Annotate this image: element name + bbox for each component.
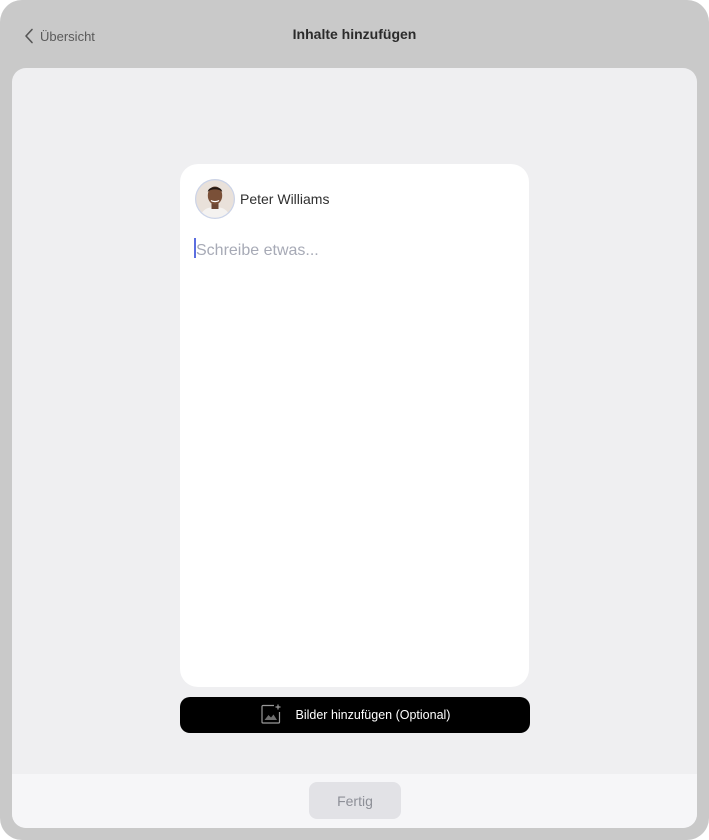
author-name: Peter Williams bbox=[240, 191, 330, 207]
post-author: Peter Williams bbox=[195, 179, 329, 219]
content-sheet: Peter Williams Bilder hinzufügen (Option… bbox=[12, 68, 697, 828]
image-plus-icon bbox=[260, 703, 282, 728]
top-bar: Übersicht Inhalte hinzufügen bbox=[0, 0, 709, 68]
page-title: Inhalte hinzufügen bbox=[292, 26, 417, 42]
modal-frame: Übersicht Inhalte hinzufügen Peter Willi… bbox=[0, 0, 709, 840]
text-caret bbox=[194, 238, 196, 258]
footer-bar: Fertig bbox=[12, 774, 697, 828]
done-button[interactable]: Fertig bbox=[309, 782, 401, 819]
add-images-button[interactable]: Bilder hinzufügen (Optional) bbox=[180, 697, 530, 733]
post-text-input[interactable] bbox=[194, 236, 514, 266]
post-card: Peter Williams bbox=[180, 164, 529, 687]
add-images-label: Bilder hinzufügen (Optional) bbox=[295, 708, 451, 722]
avatar bbox=[195, 179, 235, 219]
